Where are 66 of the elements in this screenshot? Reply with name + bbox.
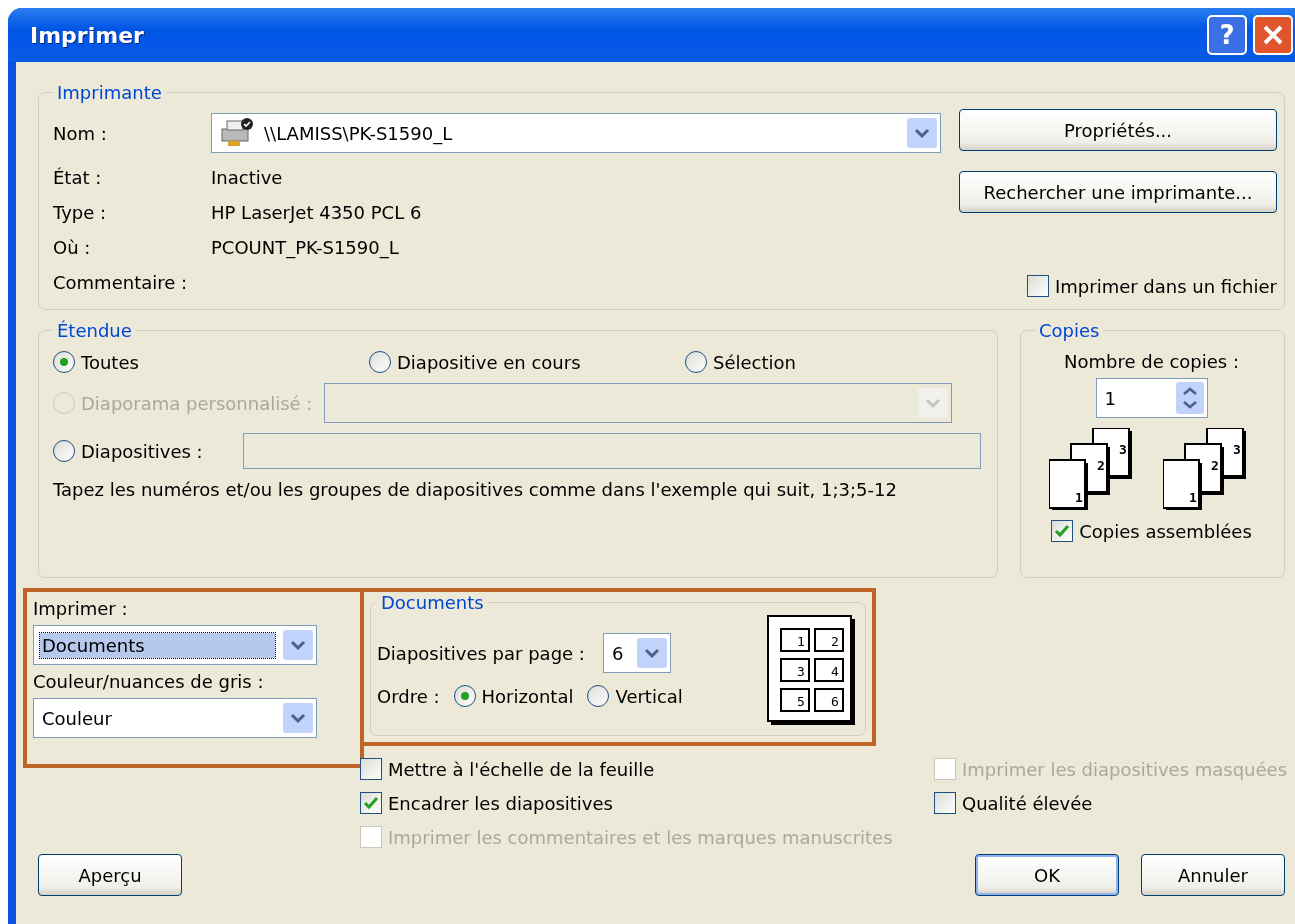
field-label: Où : bbox=[53, 237, 92, 258]
checkbox-label: Imprimer les commentaires et les marques manuscrites bbox=[388, 826, 893, 848]
slides-per-page-dropdown[interactable]: 6 bbox=[602, 633, 671, 673]
checkbox[interactable] bbox=[934, 792, 956, 814]
radio-button[interactable] bbox=[685, 351, 707, 373]
printer-icon bbox=[218, 117, 254, 149]
checkbox[interactable] bbox=[360, 758, 382, 780]
group-title: Étendue bbox=[56, 320, 133, 341]
close-button[interactable] bbox=[1253, 15, 1293, 55]
field-label: Nombre de copies : bbox=[1063, 351, 1239, 372]
group-title: Documents bbox=[380, 592, 485, 613]
field-label: Nom : bbox=[53, 122, 108, 144]
field-label: Imprimer : bbox=[33, 598, 129, 619]
dropdown-value: Documents bbox=[40, 632, 275, 658]
checkbox-label: Copies assemblées bbox=[1079, 520, 1252, 542]
field-label: Couleur/nuances de gris : bbox=[33, 671, 265, 692]
field-label: Commentaire : bbox=[53, 272, 189, 293]
radio-button[interactable] bbox=[53, 440, 75, 462]
spin-arrows-icon[interactable] bbox=[1175, 382, 1204, 414]
radio-button[interactable] bbox=[369, 351, 391, 373]
radio-button[interactable] bbox=[53, 351, 75, 373]
dropdown-value: 6 bbox=[610, 641, 625, 666]
checkbox-label: Mettre à l'échelle de la feuille bbox=[388, 758, 655, 780]
checkbox-label: Imprimer dans un fichier bbox=[1054, 275, 1277, 297]
copies-spinner[interactable]: 1 bbox=[1095, 378, 1208, 418]
checkbox[interactable] bbox=[1026, 275, 1049, 297]
radio-label: Diapositive en cours bbox=[397, 351, 581, 373]
field-label: Ordre : bbox=[377, 685, 440, 707]
preview-button[interactable]: Aperçu bbox=[38, 854, 182, 896]
find-printer-button[interactable]: Rechercher une imprimante... bbox=[959, 171, 1277, 213]
hint-text: Tapez les numéros et/ou les groupes de diapositives comme dans l'exemple qui suit, 1;3;5-12 bbox=[53, 479, 898, 500]
field-label: Type : bbox=[53, 202, 108, 223]
checkbox-label: Encadrer les diapositives bbox=[388, 792, 613, 814]
radio-label: Vertical bbox=[615, 685, 683, 707]
field-value: HP LaserJet 4350 PCL 6 bbox=[211, 202, 423, 223]
copies-value: 1 bbox=[1104, 387, 1116, 409]
ok-button[interactable]: OK bbox=[975, 854, 1119, 896]
radio-button[interactable] bbox=[453, 685, 476, 707]
dropdown-value: Couleur bbox=[41, 706, 113, 731]
radio-label: Diapositives : bbox=[81, 440, 203, 462]
radio-label: Sélection bbox=[713, 351, 796, 373]
field-value: PCOUNT_PK-S1590_L bbox=[211, 237, 400, 258]
help-button[interactable]: ? bbox=[1207, 15, 1247, 55]
field-label: Diapositives par page : bbox=[377, 642, 585, 664]
slides-input[interactable] bbox=[242, 433, 981, 469]
print-what-dropdown[interactable]: Documents bbox=[33, 625, 317, 665]
checkbox-label: Qualité élevée bbox=[962, 792, 1093, 814]
window-title: Imprimer bbox=[30, 22, 144, 48]
checkbox-label: Imprimer les diapositives masquées bbox=[962, 758, 1288, 780]
radio-button[interactable] bbox=[587, 685, 610, 707]
properties-button[interactable]: Propriétés... bbox=[959, 109, 1277, 151]
radio-label: Horizontal bbox=[481, 685, 574, 707]
close-icon bbox=[1261, 23, 1285, 47]
cancel-button[interactable]: Annuler bbox=[1141, 854, 1285, 896]
checkbox[interactable] bbox=[1051, 520, 1074, 542]
group-title: Copies bbox=[1038, 320, 1101, 341]
field-label: État : bbox=[53, 167, 103, 188]
page-layout-icon: 1 2 3 4 5 6 bbox=[767, 615, 855, 725]
printer-dropdown[interactable]: \\LAMISS\PK-S1590_L bbox=[211, 113, 941, 153]
printer-name: \\LAMISS\PK-S1590_L bbox=[263, 121, 454, 146]
color-dropdown[interactable]: Couleur bbox=[33, 698, 317, 738]
field-value: Inactive bbox=[211, 167, 284, 188]
radio-label: Diaporama personnalisé : bbox=[81, 392, 313, 414]
checkbox[interactable] bbox=[360, 792, 382, 814]
radio-label: Toutes bbox=[81, 351, 139, 373]
group-title: Imprimante bbox=[56, 82, 163, 103]
